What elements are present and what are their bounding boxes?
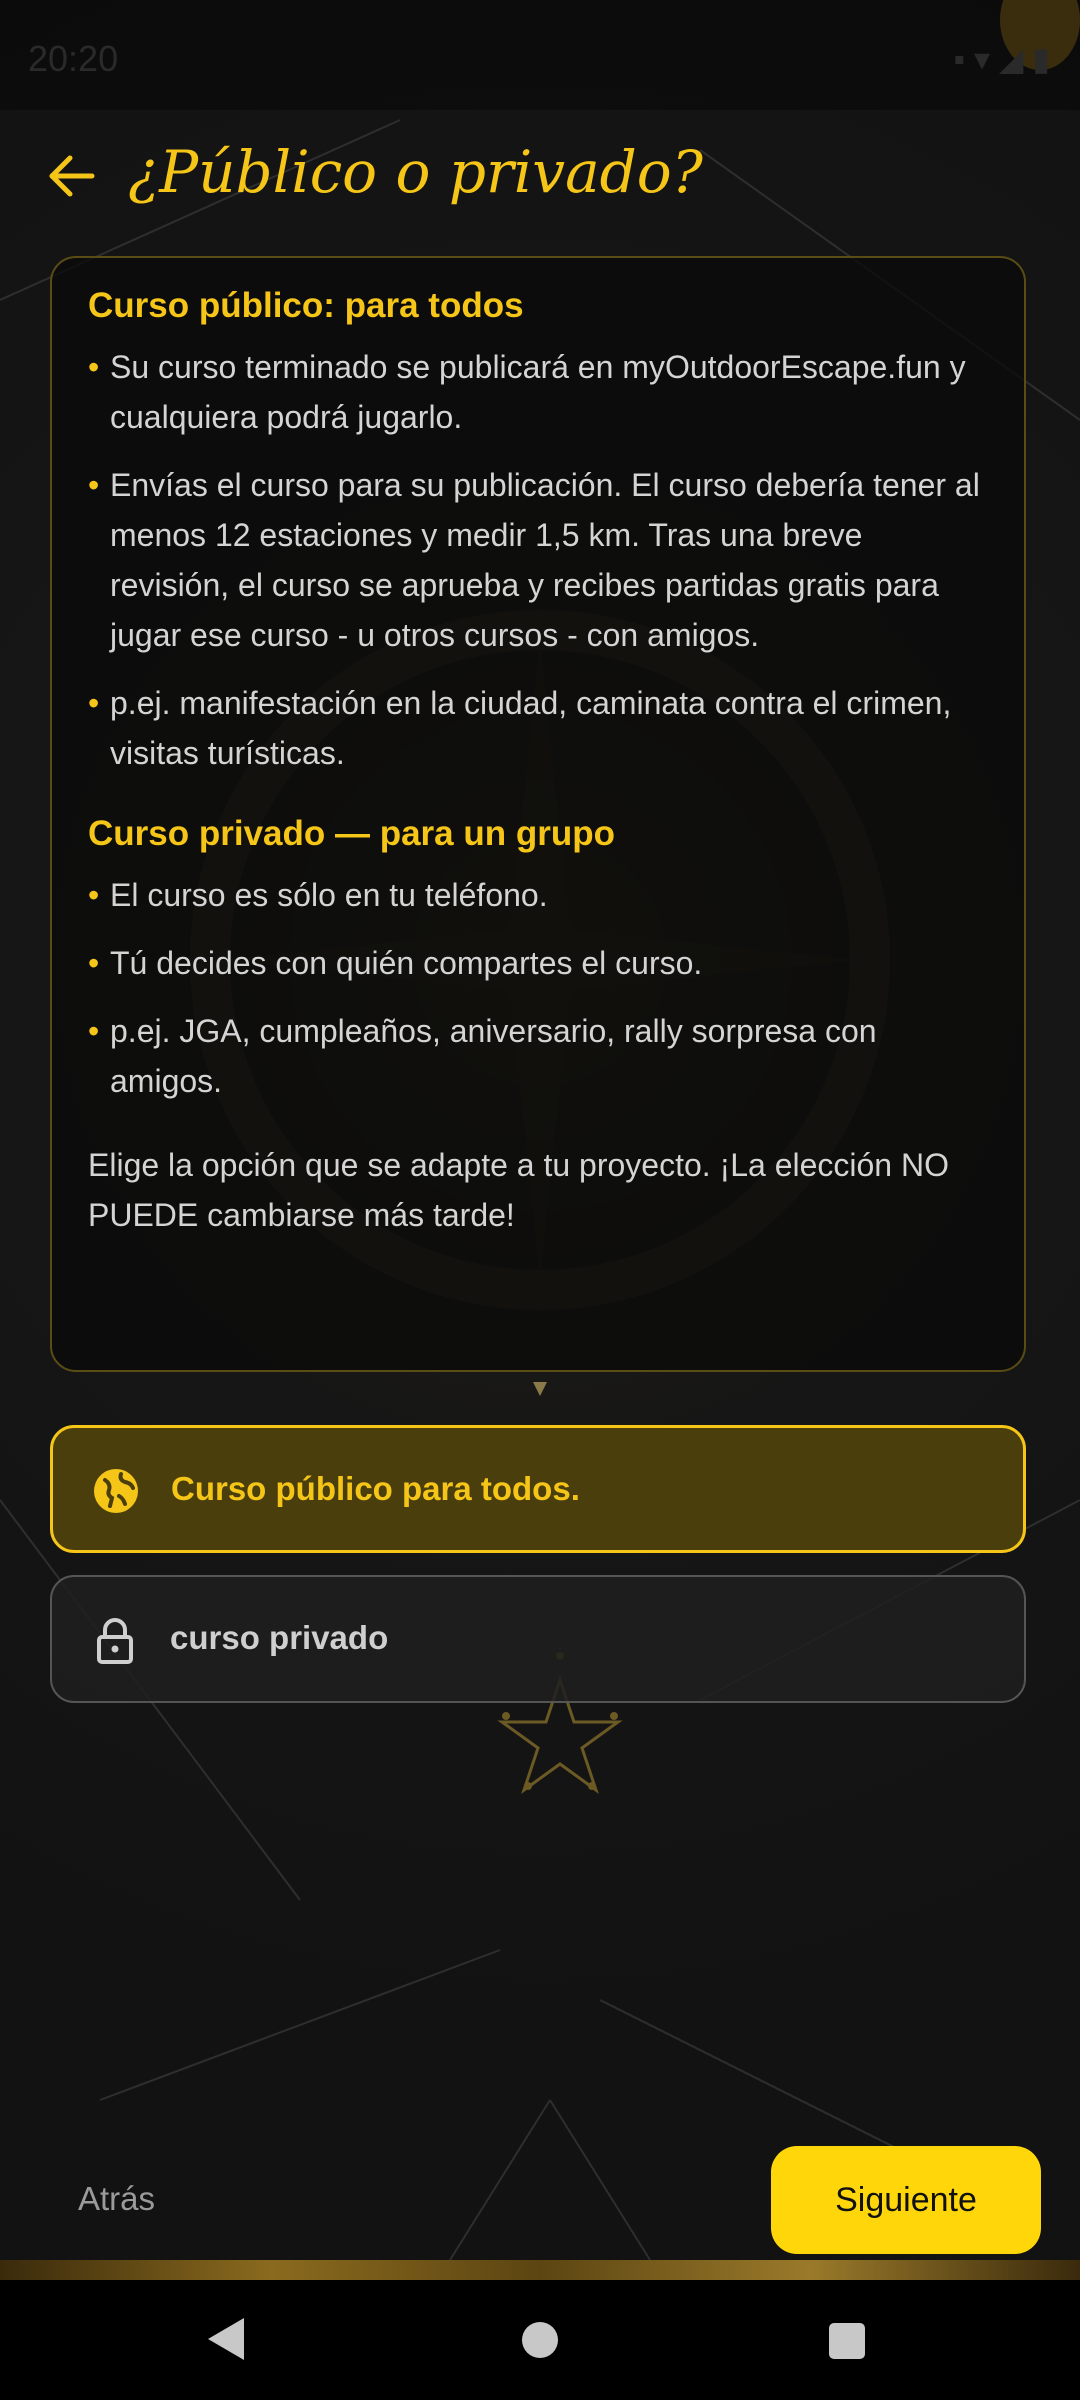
public-course-option[interactable]: Curso público para todos.: [50, 1425, 1026, 1553]
battery-icon: ▮: [1032, 41, 1050, 77]
private-bullet: • El curso es sólo en tu teléfono.: [88, 870, 988, 920]
private-bullet: • p.ej. JGA, cumpleaños, aniversario, ral…: [88, 1006, 988, 1106]
bullet-text: Tú decides con quién compartes el curso.: [110, 945, 703, 981]
lock-icon: [97, 1618, 133, 1664]
info-card: Curso público: para todos • Su curso term…: [50, 256, 1026, 1372]
nav-home-icon[interactable]: [522, 2322, 558, 2358]
private-section-title: Curso privado — para un grupo: [88, 814, 615, 853]
closing-note: Elige la opción que se adapte a tu proye…: [88, 1147, 949, 1233]
bullet-dot: •: [88, 467, 100, 503]
system-nav-bar: [0, 2280, 1080, 2400]
bullet-text: p.ej. manifestación en la ciudad, camina…: [110, 685, 952, 771]
back-button[interactable]: Atrás: [78, 2180, 155, 2218]
status-time: 20:20: [28, 38, 119, 79]
notification-icon: ▪: [953, 41, 966, 77]
header: ¿Público o privado?: [0, 130, 1080, 230]
back-arrow-icon[interactable]: [44, 148, 100, 204]
nav-back-icon[interactable]: [206, 2316, 246, 2362]
nav-recents-icon[interactable]: [829, 2323, 865, 2359]
public-option-label: Curso público para todos.: [171, 1470, 580, 1507]
next-button[interactable]: Siguiente: [771, 2146, 1041, 2254]
wifi-icon: ▾: [973, 41, 990, 77]
public-bullet: • p.ej. manifestación en la ciudad, camin…: [88, 678, 988, 778]
public-section-title: Curso público: para todos: [88, 286, 524, 325]
bullet-text: El curso es sólo en tu teléfono.: [110, 877, 548, 913]
bullet-text: p.ej. JGA, cumpleaños, aniversario, rall…: [110, 1013, 877, 1099]
signal-icon: ◢: [998, 41, 1024, 77]
status-bar: 20:20 ▪ ▾ ◢ ▮: [0, 0, 1080, 110]
bullet-text: Envías el curso para su publicación. El …: [110, 467, 980, 653]
bullet-dot: •: [88, 877, 100, 913]
private-course-option[interactable]: curso privado: [50, 1575, 1026, 1703]
bullet-dot: •: [88, 685, 100, 721]
public-bullet: • Envías el curso para su publicación. El…: [88, 460, 988, 660]
private-option-label: curso privado: [170, 1619, 389, 1656]
bullet-dot: •: [88, 349, 100, 385]
page-title: ¿Público o privado?: [128, 138, 703, 206]
bullet-text: Su curso terminado se publicará en myOut…: [110, 349, 966, 435]
bullet-dot: •: [88, 1013, 100, 1049]
status-icons: ▪ ▾ ◢ ▮: [954, 40, 1050, 78]
globe-icon: [94, 1469, 138, 1513]
public-bullet: • Su curso terminado se publicará en myOu…: [88, 342, 988, 442]
private-bullet: • Tú decides con quién compartes el curso…: [88, 938, 988, 988]
bullet-dot: •: [88, 945, 100, 981]
decorative-strip: [0, 2260, 1080, 2280]
